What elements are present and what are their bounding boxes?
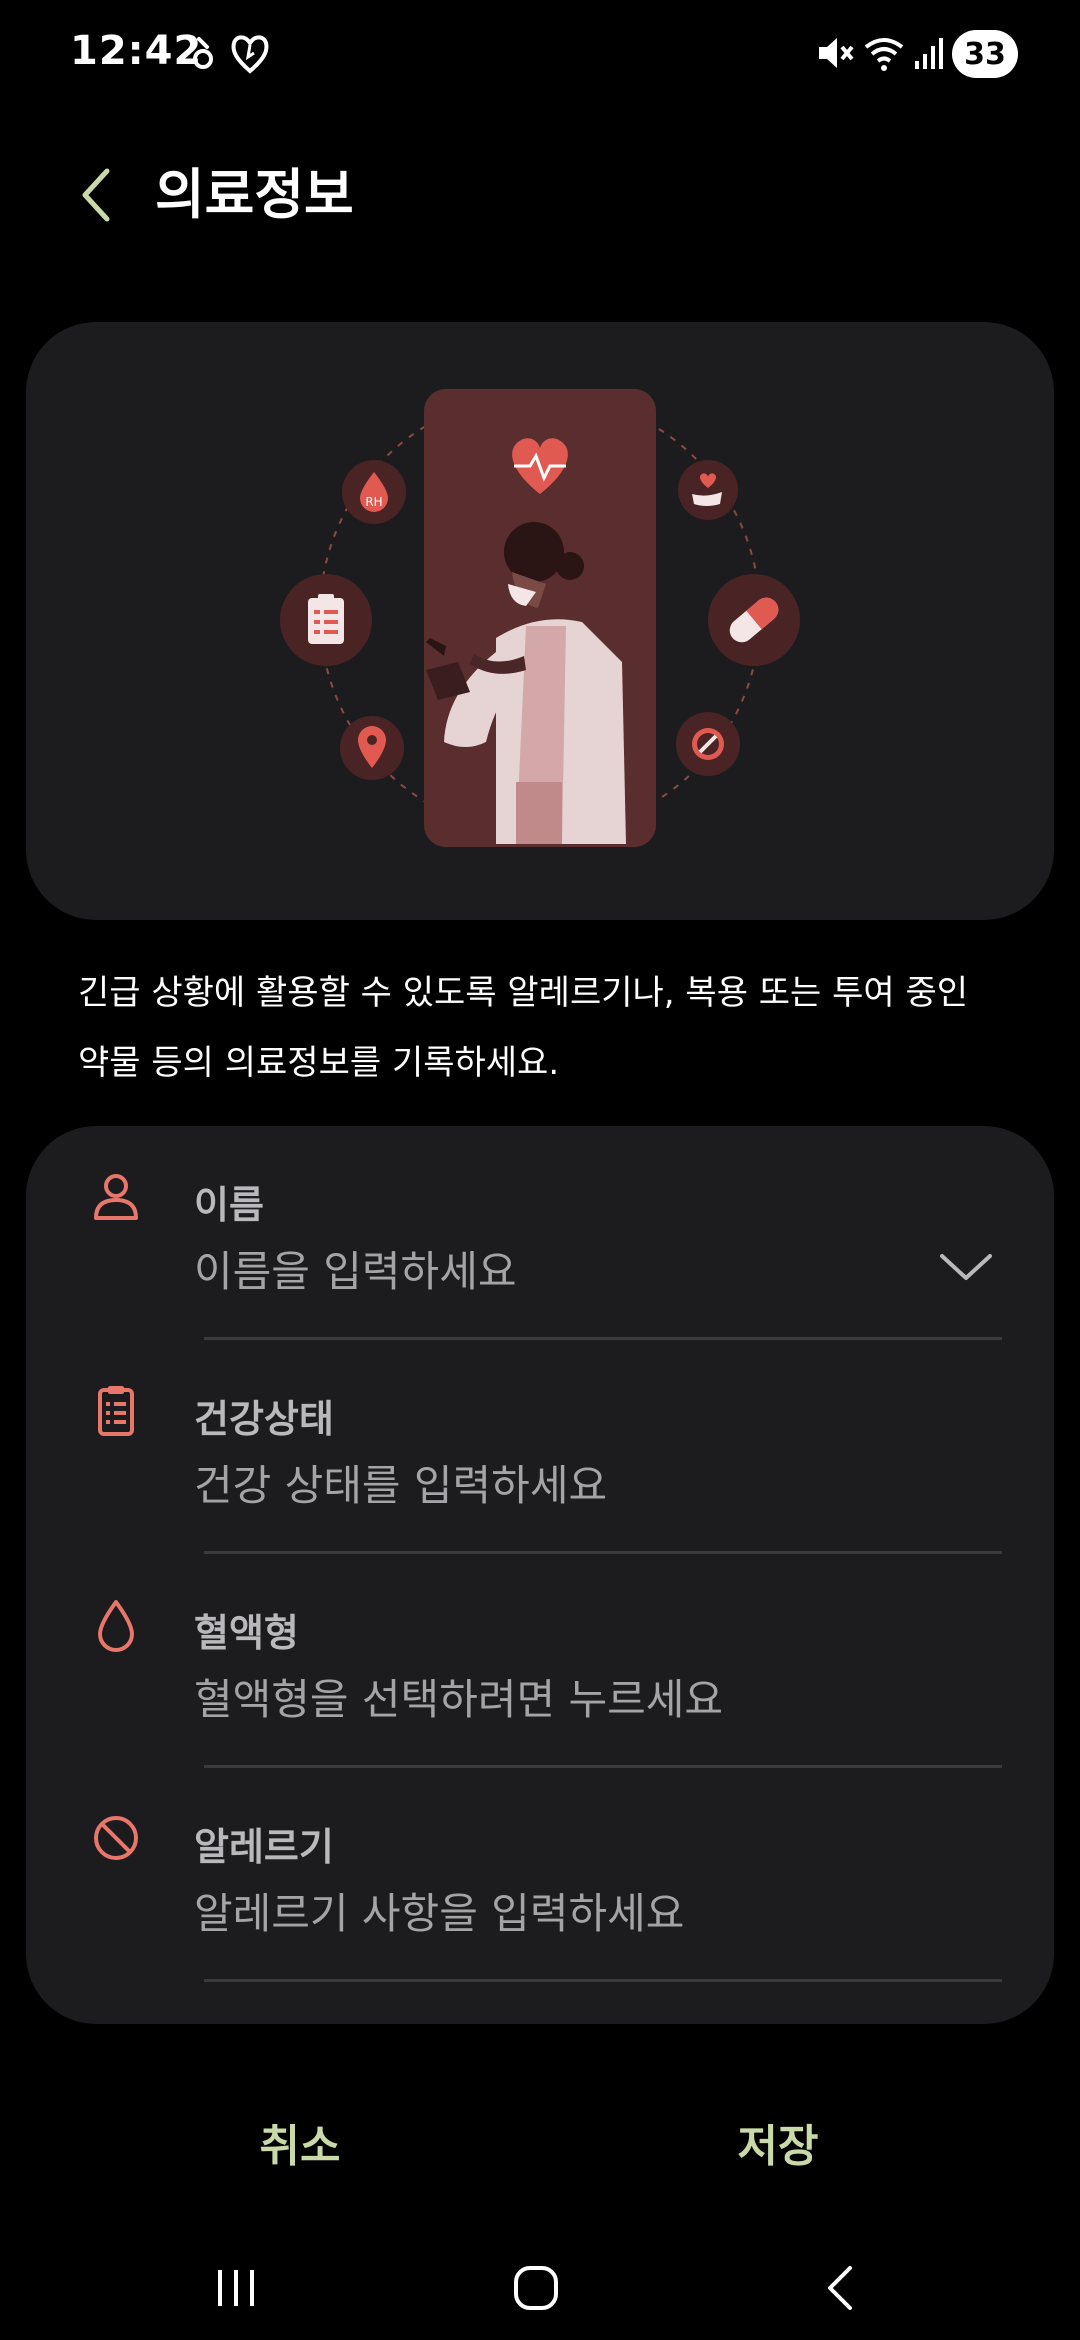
blood-drop-icon — [88, 1596, 144, 1652]
status-time: 12:42 — [70, 28, 203, 74]
name-field[interactable]: 이름 이름을 입력하세요 — [26, 1126, 1054, 1340]
rh-blood-icon: RH — [342, 460, 406, 524]
cancel-button[interactable]: 취소 — [150, 2104, 450, 2180]
page-title: 의료정보 — [155, 163, 354, 226]
illustration-card: RH — [26, 322, 1054, 920]
mute-icon — [814, 28, 856, 78]
pill-icon — [708, 574, 800, 666]
name-label: 이름 — [194, 1183, 264, 1227]
recent-apps-icon[interactable] — [186, 2255, 286, 2321]
location-pin-icon — [340, 716, 404, 780]
blood-type-input[interactable]: 혈액형을 선택하려면 누르세요 — [194, 1666, 723, 1727]
clipboard-icon — [88, 1382, 144, 1438]
battery-icon: 33 — [952, 30, 1018, 78]
person-icon — [88, 1168, 144, 1224]
back-button[interactable] — [60, 160, 130, 230]
chevron-down-icon[interactable] — [936, 1246, 996, 1290]
description-text: 긴급 상황에 활용할 수 있도록 알레르기나, 복용 또는 투여 중인 약물 등… — [78, 973, 969, 1083]
medical-info-form: 이름 이름을 입력하세요 건강상태 건강 상태를 입력하세요 혈액형 혈액형을 … — [26, 1126, 1054, 2024]
wifi-icon — [862, 28, 906, 78]
divider — [204, 1979, 1002, 1982]
notification-icon — [188, 28, 218, 78]
home-icon[interactable] — [486, 2255, 586, 2321]
name-input[interactable]: 이름을 입력하세요 — [194, 1238, 516, 1299]
status-bar: 12:42 33 — [0, 0, 1080, 110]
chevron-left-icon — [82, 168, 110, 222]
hand-heart-icon — [678, 460, 738, 520]
allergy-label: 알레르기 — [194, 1825, 334, 1869]
back-icon[interactable] — [790, 2255, 890, 2321]
blood-type-label: 혈액형 — [194, 1611, 299, 1655]
health-status-input[interactable]: 건강 상태를 입력하세요 — [194, 1452, 607, 1513]
allergy-field[interactable]: 알레르기 알레르기 사항을 입력하세요 — [26, 1768, 1054, 1982]
blood-type-field[interactable]: 혈액형 혈액형을 선택하려면 누르세요 — [26, 1554, 1054, 1768]
health-icon — [228, 28, 272, 78]
allergy-input[interactable]: 알레르기 사항을 입력하세요 — [194, 1880, 684, 1941]
battery-level: 33 — [964, 36, 1006, 72]
health-status-label: 건강상태 — [194, 1397, 334, 1441]
clipboard-icon — [280, 574, 372, 666]
no-symbol-icon — [88, 1810, 144, 1866]
medical-illustration: RH — [280, 389, 800, 847]
signal-icon — [912, 28, 946, 78]
save-button[interactable]: 저장 — [628, 2104, 928, 2180]
no-symbol-icon — [676, 712, 740, 776]
health-status-field[interactable]: 건강상태 건강 상태를 입력하세요 — [26, 1340, 1054, 1554]
svg-text:RH: RH — [365, 495, 382, 509]
